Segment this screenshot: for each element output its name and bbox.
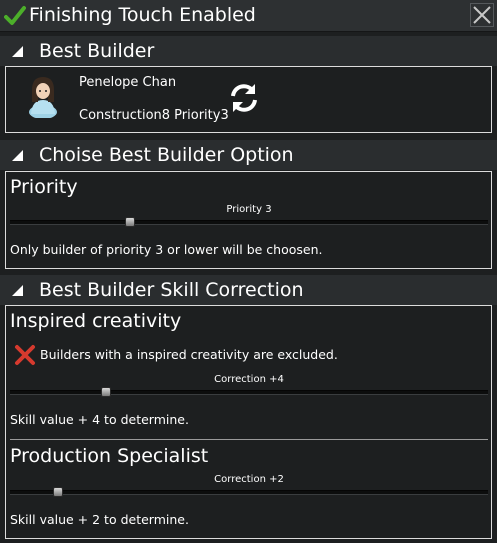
builder-name: Penelope Chan — [79, 75, 177, 90]
inspired-creativity-title: Inspired creativity — [10, 310, 182, 332]
window-titlebar: Finishing Touch Enabled — [0, 0, 497, 32]
inspired-slider-thumb[interactable] — [100, 387, 111, 397]
collapse-triangle-icon — [12, 150, 23, 161]
priority-slider-thumb[interactable] — [124, 217, 135, 227]
priority-panel: Priority Priority 3 Only builder of prio… — [5, 171, 492, 269]
inspired-slider-label: Correction +4 — [214, 374, 284, 385]
refresh-icon[interactable] — [227, 81, 261, 115]
production-slider-thumb[interactable] — [52, 487, 63, 497]
production-specialist-title: Production Specialist — [10, 445, 209, 467]
skill-correction-panel: Inspired creativity Builders with a insp… — [5, 305, 492, 539]
inspired-excluded-text: Builders with a inspired creativity are … — [40, 347, 338, 362]
inspired-description: Skill value + 4 to determine. — [10, 412, 189, 427]
production-correction-slider[interactable] — [10, 487, 488, 497]
inspired-correction-slider[interactable] — [10, 387, 488, 397]
section-title: Choise Best Builder Option — [39, 144, 294, 166]
priority-slider-label: Priority 3 — [226, 204, 272, 215]
divider — [10, 439, 488, 440]
best-builder-panel: Penelope Chan Construction8 Priority3 — [5, 66, 492, 133]
exclude-x-icon — [15, 345, 35, 365]
section-title: Best Builder Skill Correction — [39, 279, 304, 301]
close-button[interactable] — [470, 3, 494, 27]
section-title: Best Builder — [39, 40, 155, 62]
collapse-triangle-icon — [12, 285, 23, 296]
priority-slider[interactable] — [10, 217, 488, 227]
builder-avatar — [29, 77, 57, 118]
section-header-best-builder[interactable]: Best Builder — [0, 36, 497, 66]
priority-description: Only builder of priority 3 or lower will… — [10, 242, 323, 257]
production-slider-label: Correction +2 — [214, 474, 284, 485]
section-header-builder-option[interactable]: Choise Best Builder Option — [0, 140, 497, 170]
collapse-triangle-icon — [12, 46, 23, 57]
checkmark-icon — [4, 6, 26, 25]
priority-title: Priority — [10, 176, 78, 198]
section-header-skill-correction[interactable]: Best Builder Skill Correction — [0, 275, 497, 305]
production-description: Skill value + 2 to determine. — [10, 512, 189, 527]
window-title: Finishing Touch Enabled — [29, 4, 256, 26]
builder-stats: Construction8 Priority3 — [79, 108, 229, 123]
